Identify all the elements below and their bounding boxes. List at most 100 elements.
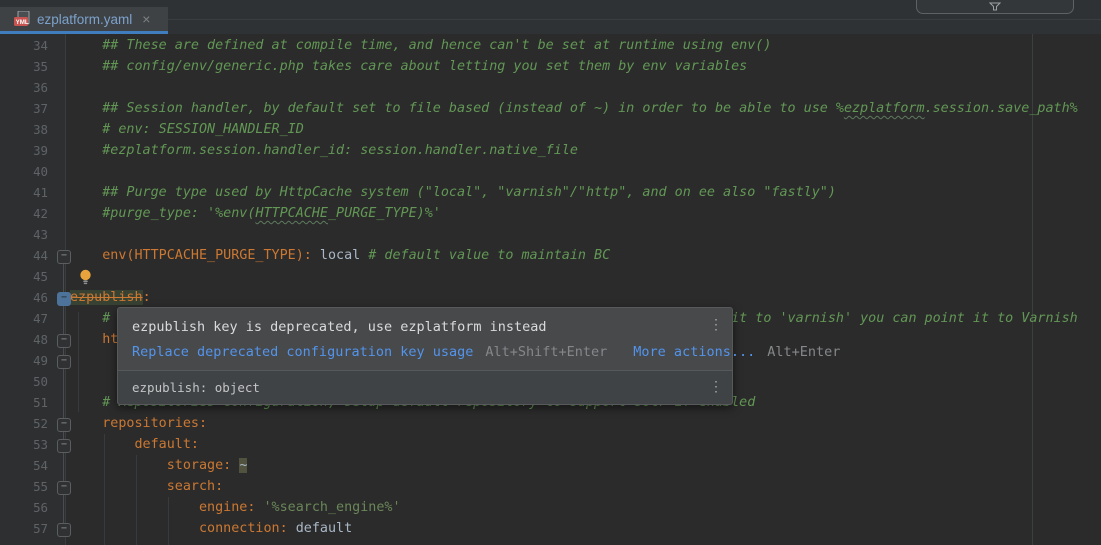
line-number: 44 bbox=[0, 245, 48, 266]
code-segment: ## Purge type used by HttpCache system (… bbox=[70, 185, 836, 200]
code-editor[interactable]: 34 ## These are defined at compile time,… bbox=[0, 34, 1101, 545]
code-line[interactable]: 35 ## config/env/generic.php takes care … bbox=[0, 56, 1101, 77]
line-number: 43 bbox=[0, 224, 48, 245]
line-number: 37 bbox=[0, 98, 48, 119]
code-segment: default bbox=[296, 521, 352, 536]
intention-lightbulb-icon[interactable] bbox=[78, 269, 93, 285]
svg-text:YML: YML bbox=[16, 19, 29, 26]
code-segment: it to 'varnish' you can point it to Varn… bbox=[731, 311, 1078, 326]
toolbar-widget-icon bbox=[989, 2, 1001, 11]
code-line[interactable]: 41 ## Purge type used by HttpCache syste… bbox=[0, 182, 1101, 203]
inspection-message: ezpublish key is deprecated, use ezplatf… bbox=[132, 319, 698, 335]
code-segment bbox=[70, 458, 167, 473]
code-segment: .session.save_path% bbox=[925, 101, 1078, 116]
fold-marker[interactable]: − bbox=[57, 481, 71, 495]
code-segment: env(HTTPCACHE_PURGE_TYPE): bbox=[102, 248, 312, 263]
code-segment bbox=[70, 479, 167, 494]
ide-window: YML ezplatform.yaml × 34 ## These are de… bbox=[0, 0, 1101, 545]
code-segment bbox=[255, 500, 263, 515]
code-line[interactable]: 37 ## Session handler, by default set to… bbox=[0, 98, 1101, 119]
code-segment: ## These are defined at compile time, an… bbox=[70, 38, 771, 53]
line-number: 47 bbox=[0, 308, 48, 329]
code-line[interactable]: 44 env(HTTPCACHE_PURGE_TYPE): local # de… bbox=[0, 245, 1101, 266]
code-segment: HTTPCACHE bbox=[255, 206, 328, 221]
code-segment: ezplatform bbox=[844, 101, 925, 116]
code-segment: ## config/env/generic.php takes care abo… bbox=[70, 59, 747, 74]
fold-marker[interactable]: − bbox=[57, 355, 71, 369]
code-line[interactable]: 38 # env: SESSION_HANDLER_ID bbox=[0, 119, 1101, 140]
code-segment bbox=[312, 248, 320, 263]
code-segment bbox=[70, 521, 199, 536]
line-number: 56 bbox=[0, 497, 48, 518]
code-segment: #purge_type: '%env( bbox=[70, 206, 255, 221]
code-line[interactable]: 54 storage: ~ bbox=[0, 455, 1101, 476]
code-line[interactable]: 40 bbox=[0, 161, 1101, 182]
tab-ezplatform-yaml[interactable]: YML ezplatform.yaml × bbox=[0, 7, 168, 31]
line-number: 36 bbox=[0, 77, 48, 98]
editor-tab-bar: YML ezplatform.yaml × bbox=[0, 0, 1101, 34]
line-number: 53 bbox=[0, 434, 48, 455]
code-segment: ht bbox=[70, 332, 118, 347]
code-lines: 34 ## These are defined at compile time,… bbox=[0, 35, 1101, 539]
doc-preview-row: ezpublish: object ⋮ bbox=[118, 370, 732, 404]
code-segment: # default value to maintain BC bbox=[368, 248, 610, 263]
code-segment bbox=[288, 521, 296, 536]
quick-fix-link[interactable]: Replace deprecated configuration key usa… bbox=[132, 344, 473, 360]
line-number: 50 bbox=[0, 371, 48, 392]
code-segment: #ezplatform.session.handler_id: session.… bbox=[70, 143, 578, 158]
code-segment: ~ bbox=[239, 458, 247, 473]
fold-marker[interactable]: − bbox=[57, 250, 71, 264]
code-line[interactable]: 43 bbox=[0, 224, 1101, 245]
line-number: 55 bbox=[0, 476, 48, 497]
line-number: 48 bbox=[0, 329, 48, 350]
doc-preview-text: ezpublish: object bbox=[132, 380, 260, 395]
code-line[interactable]: 42 #purge_type: '%env(HTTPCACHE_PURGE_TY… bbox=[0, 203, 1101, 224]
toolbar-search-widget[interactable] bbox=[916, 0, 1074, 14]
fold-marker[interactable]: − bbox=[57, 334, 71, 348]
code-line[interactable]: 53 default: bbox=[0, 434, 1101, 455]
intention-popup-main: ezpublish key is deprecated, use ezplatf… bbox=[118, 308, 732, 370]
code-segment: local bbox=[320, 248, 360, 263]
code-line[interactable]: 56 engine: '%search_engine%' bbox=[0, 497, 1101, 518]
code-segment: # env: SESSION_HANDLER_ID bbox=[70, 122, 304, 137]
code-segment bbox=[70, 437, 135, 452]
line-number: 51 bbox=[0, 392, 48, 413]
code-line[interactable]: 55 search: bbox=[0, 476, 1101, 497]
fold-marker[interactable]: − bbox=[57, 439, 71, 453]
line-number: 40 bbox=[0, 161, 48, 182]
code-line[interactable]: 46 ezpublish: bbox=[0, 287, 1101, 308]
code-line[interactable]: 57 connection: default bbox=[0, 518, 1101, 539]
code-segment: : bbox=[143, 290, 151, 305]
code-line[interactable]: 39 #ezplatform.session.handler_id: sessi… bbox=[0, 140, 1101, 161]
more-actions-shortcut: Alt+Enter bbox=[767, 344, 840, 360]
line-number: 35 bbox=[0, 56, 48, 77]
fold-marker[interactable]: − bbox=[57, 292, 71, 306]
line-number: 39 bbox=[0, 140, 48, 161]
code-segment: ezpublish bbox=[70, 290, 143, 305]
line-number: 52 bbox=[0, 413, 48, 434]
fold-marker[interactable]: − bbox=[57, 523, 71, 537]
code-segment: ## Session handler, by default set to fi… bbox=[70, 101, 844, 116]
code-line[interactable]: 52 repositories: bbox=[0, 413, 1101, 434]
code-line[interactable]: 36 bbox=[0, 77, 1101, 98]
line-number: 41 bbox=[0, 182, 48, 203]
code-line[interactable]: 34 ## These are defined at compile time,… bbox=[0, 35, 1101, 56]
line-number: 38 bbox=[0, 119, 48, 140]
code-segment: _PURGE_TYPE)%' bbox=[328, 206, 441, 221]
line-number: 42 bbox=[0, 203, 48, 224]
popup-menu-icon[interactable]: ⋮ bbox=[709, 318, 723, 332]
code-segment: connection: bbox=[199, 521, 288, 536]
code-segment: # bbox=[70, 311, 110, 326]
line-number: 46 bbox=[0, 287, 48, 308]
yaml-file-icon: YML bbox=[14, 11, 31, 27]
code-segment bbox=[70, 248, 102, 263]
line-number: 49 bbox=[0, 350, 48, 371]
code-segment: engine: bbox=[199, 500, 255, 515]
more-actions-link[interactable]: More actions... bbox=[633, 344, 755, 360]
code-segment bbox=[70, 500, 199, 515]
code-line[interactable]: 45 bbox=[0, 266, 1101, 287]
tab-close-icon[interactable]: × bbox=[142, 12, 150, 26]
code-segment: '%search_engine%' bbox=[264, 500, 401, 515]
fold-marker[interactable]: − bbox=[57, 418, 71, 432]
doc-menu-icon[interactable]: ⋮ bbox=[709, 380, 723, 394]
